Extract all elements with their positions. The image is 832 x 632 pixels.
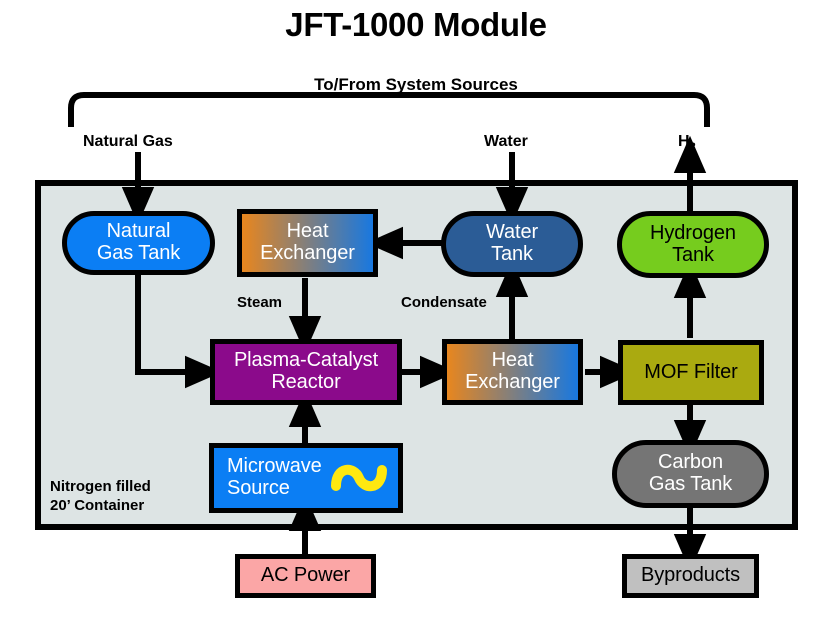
- flow-label-steam: Steam: [237, 294, 283, 311]
- node-water-tank-label: Water Tank: [485, 221, 539, 265]
- node-byproducts[interactable]: Byproducts: [622, 554, 759, 598]
- node-byproducts-label: Byproducts: [640, 564, 741, 587]
- node-mof-filter[interactable]: MOF Filter: [618, 340, 764, 405]
- node-mof-filter-label: MOF Filter: [644, 360, 738, 383]
- io-label-hydrogen-symbol: H: [678, 133, 690, 150]
- connector-layer: [35, 92, 798, 572]
- diagram-canvas: JFT-1000 Module To/From System Sources N…: [0, 0, 832, 632]
- node-heat-exchanger-top-label: Heat Exchanger: [260, 220, 355, 264]
- node-plasma-catalyst-reactor-label: Plasma-Catalyst Reactor: [233, 349, 379, 393]
- sine-wave-icon: [331, 464, 387, 492]
- node-ac-power[interactable]: AC Power: [235, 554, 376, 598]
- io-label-natural-gas: Natural Gas: [83, 133, 173, 150]
- node-microwave-source[interactable]: Microwave Source: [209, 443, 403, 513]
- io-label-hydrogen-subscript: 2: [689, 141, 696, 154]
- io-label-hydrogen: H2: [678, 133, 696, 153]
- node-heat-exchanger-bottom[interactable]: Heat Exchanger: [442, 339, 583, 405]
- io-label-water: Water: [484, 133, 528, 150]
- container-caption: Nitrogen filled 20’ Container: [50, 478, 151, 514]
- node-natural-gas-tank-label: Natural Gas Tank: [96, 220, 181, 264]
- node-heat-exchanger-bottom-label: Heat Exchanger: [465, 349, 560, 393]
- node-heat-exchanger-top[interactable]: Heat Exchanger: [237, 209, 378, 277]
- node-water-tank[interactable]: Water Tank: [441, 211, 583, 277]
- node-carbon-gas-tank[interactable]: Carbon Gas Tank: [612, 440, 769, 508]
- node-microwave-source-label: Microwave Source: [227, 455, 322, 499]
- system-sources-bracket: [68, 92, 710, 127]
- node-hydrogen-tank[interactable]: Hydrogen Tank: [617, 211, 769, 278]
- flow-label-condensate: Condensate: [401, 294, 487, 311]
- node-ac-power-label: AC Power: [260, 564, 351, 587]
- node-hydrogen-tank-label: Hydrogen Tank: [650, 221, 736, 266]
- node-carbon-gas-tank-label: Carbon Gas Tank: [648, 451, 733, 495]
- node-natural-gas-tank[interactable]: Natural Gas Tank: [62, 211, 215, 275]
- node-plasma-catalyst-reactor[interactable]: Plasma-Catalyst Reactor: [210, 339, 402, 405]
